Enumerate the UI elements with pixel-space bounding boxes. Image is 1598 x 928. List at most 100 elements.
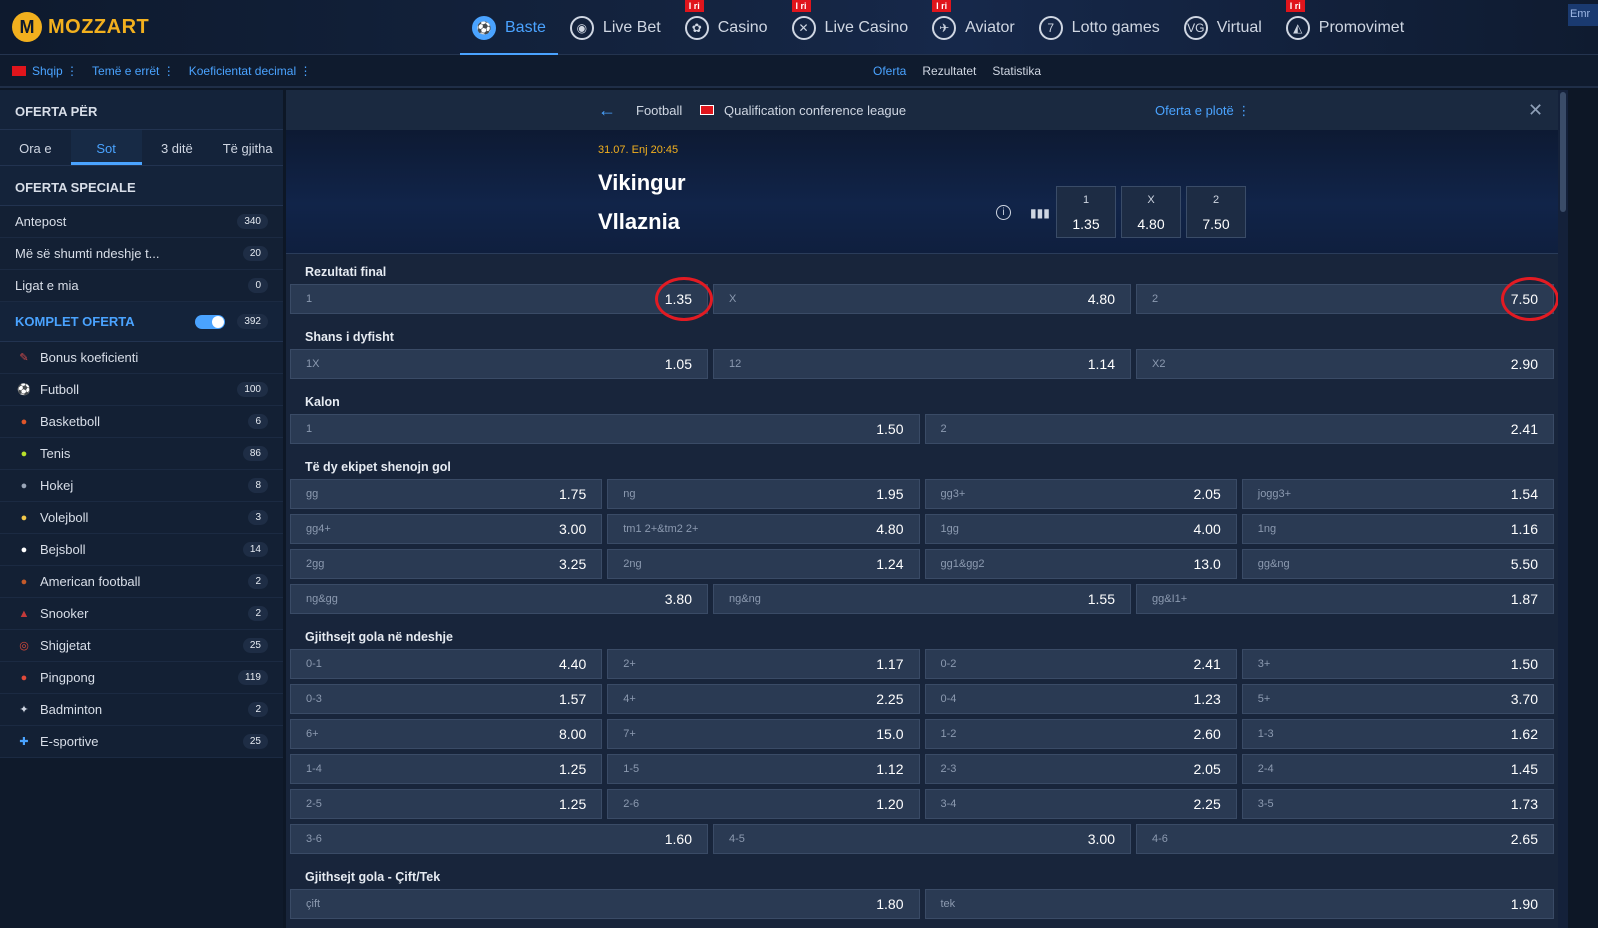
odd-button[interactable]: 1X 1.05 — [290, 349, 708, 379]
time-tab-hour[interactable]: Ora e — [0, 130, 71, 165]
odd-button[interactable]: 6+ 8.00 — [290, 719, 603, 749]
odd-button[interactable]: 1gg 4.00 — [924, 514, 1237, 544]
full-offer-toggle[interactable] — [195, 314, 226, 329]
crumb-league[interactable]: Qualification conference league — [724, 103, 906, 118]
odd-button[interactable]: 12 1.14 — [713, 349, 1131, 379]
tab-oferta[interactable]: Oferta — [873, 64, 906, 78]
special-item-count: 340 — [237, 214, 268, 229]
odd-button[interactable]: 1ng 1.16 — [1241, 514, 1554, 544]
full-offer-link[interactable]: Oferta e plotë ⋮ — [1155, 103, 1250, 119]
odd-button[interactable]: gg 1.75 — [290, 479, 603, 509]
odd-button[interactable]: 2-3 2.05 — [924, 754, 1237, 784]
special-item[interactable]: Antepost 340 — [0, 206, 283, 238]
odd-button[interactable]: 2-5 1.25 — [290, 789, 603, 819]
back-arrow-icon[interactable]: ← — [598, 100, 616, 121]
nav-item-virtual[interactable]: VG Virtual — [1172, 0, 1274, 55]
time-tab-all[interactable]: Të gjitha — [212, 130, 283, 165]
odd-button[interactable]: tm1 2+&tm2 2+ 4.80 — [607, 514, 920, 544]
special-item[interactable]: Më së shumti ndeshje t... 20 — [0, 238, 283, 270]
theme-selector[interactable]: Temë e errët ⋮ — [92, 64, 175, 78]
odd-button[interactable]: 4+ 2.25 — [607, 684, 920, 714]
nav-item-casino[interactable]: I ri ✿ Casino — [673, 0, 780, 55]
odd-button[interactable]: 0-3 1.57 — [290, 684, 603, 714]
close-icon[interactable]: ✕ — [1528, 100, 1543, 121]
odd-button[interactable]: jogg3+ 1.54 — [1241, 479, 1554, 509]
odd-button[interactable]: gg4+ 3.00 — [290, 514, 603, 544]
odd-button[interactable]: 1-5 1.12 — [607, 754, 920, 784]
odd-button[interactable]: 1-2 2.60 — [924, 719, 1237, 749]
odd-button[interactable]: 4-5 3.00 — [713, 824, 1131, 854]
odd-button[interactable]: X2 2.90 — [1136, 349, 1554, 379]
sidebar-item-e-sportive[interactable]: ✚ E-sportive 25 — [0, 726, 283, 758]
sidebar-item-pingpong[interactable]: ● Pingpong 119 — [0, 662, 283, 694]
odd-button[interactable]: gg&ng 5.50 — [1241, 549, 1554, 579]
nav-item-promovimet[interactable]: I ri ◭ Promovimet — [1274, 0, 1416, 55]
odd-button[interactable]: ng 1.95 — [607, 479, 920, 509]
odd-button[interactable]: 3+ 1.50 — [1241, 649, 1554, 679]
odd-button[interactable]: gg3+ 2.05 — [924, 479, 1237, 509]
sidebar-item-badminton[interactable]: ✦ Badminton 2 — [0, 694, 283, 726]
odd-button[interactable]: 2ng 1.24 — [607, 549, 920, 579]
sidebar-item-hokej[interactable]: ● Hokej 8 — [0, 470, 283, 502]
odd-button[interactable]: 2-6 1.20 — [607, 789, 920, 819]
main-odd-2[interactable]: 2 7.50 — [1186, 186, 1246, 238]
corner-button[interactable]: Emr — [1568, 4, 1598, 26]
sidebar-item-tenis[interactable]: ● Tenis 86 — [0, 438, 283, 470]
info-icon[interactable]: i — [996, 205, 1011, 220]
stats-icon[interactable]: ▮▮▮ — [1030, 206, 1050, 220]
odd-button[interactable]: 3-5 1.73 — [1241, 789, 1554, 819]
tab-statistika[interactable]: Statistika — [992, 64, 1041, 78]
odd-button[interactable]: 1-4 1.25 — [290, 754, 603, 784]
sidebar-item-futboll[interactable]: ⚽ Futboll 100 — [0, 374, 283, 406]
sidebar-item-volejboll[interactable]: ● Volejboll 3 — [0, 502, 283, 534]
odd-button[interactable]: 0-4 1.23 — [924, 684, 1237, 714]
sidebar-item-basketboll[interactable]: ● Basketboll 6 — [0, 406, 283, 438]
odd-button[interactable]: 2-4 1.45 — [1241, 754, 1554, 784]
nav-item-live-bet[interactable]: ◉ Live Bet — [558, 0, 673, 55]
odd-button[interactable]: 1-3 1.62 — [1241, 719, 1554, 749]
odd-button[interactable]: 2 2.41 — [924, 414, 1554, 444]
odd-button[interactable]: çift 1.80 — [290, 889, 920, 919]
nav-item-aviator[interactable]: I ri ✈ Aviator — [920, 0, 1027, 55]
odd-button[interactable]: 0-1 4.40 — [290, 649, 603, 679]
main-odd-x[interactable]: X 4.80 — [1121, 186, 1181, 238]
time-tab-3days[interactable]: 3 ditë — [142, 130, 213, 165]
odd-button[interactable]: 3-4 2.25 — [924, 789, 1237, 819]
odd-button[interactable]: 2gg 3.25 — [290, 549, 603, 579]
sidebar-item-bonus-koeficienti[interactable]: ✎ Bonus koeficienti — [0, 342, 283, 374]
odd-button[interactable]: 1 1.35 — [290, 277, 713, 321]
odd-button[interactable]: ng&ng 1.55 — [713, 584, 1131, 614]
special-item[interactable]: Ligat e mia 0 — [0, 270, 283, 302]
sidebar-item-shigjetat[interactable]: ◎ Shigjetat 25 — [0, 630, 283, 662]
odds-format-selector[interactable]: Koeficientat decimal ⋮ — [189, 64, 312, 78]
odd-value: 1.25 — [559, 796, 587, 812]
main-odd-1[interactable]: 1 1.35 — [1056, 186, 1116, 238]
scroll-thumb[interactable] — [1560, 92, 1566, 212]
sidebar-item-american-football[interactable]: ● American football 2 — [0, 566, 283, 598]
odd-button[interactable]: 2 7.50 — [1136, 277, 1559, 321]
odd-button[interactable]: gg&I1+ 1.87 — [1136, 584, 1554, 614]
odd-button[interactable]: X 4.80 — [713, 284, 1131, 314]
time-tab-today[interactable]: Sot — [70, 130, 142, 165]
odd-button[interactable]: 3-6 1.60 — [290, 824, 708, 854]
tab-rezultatet[interactable]: Rezultatet — [922, 64, 976, 78]
nav-item-baste[interactable]: ⚽ Baste — [460, 0, 558, 55]
crumb-sport[interactable]: Football — [636, 103, 682, 118]
sidebar-item-bejsboll[interactable]: ● Bejsboll 14 — [0, 534, 283, 566]
nav-item-lotto-games[interactable]: 7 Lotto games — [1027, 0, 1172, 55]
odd-button[interactable]: 1 1.50 — [290, 414, 920, 444]
nav-item-live-casino[interactable]: I ri ✕ Live Casino — [780, 0, 921, 55]
language-selector[interactable]: Shqip ⋮ — [12, 64, 78, 78]
odd-button[interactable]: ng&gg 3.80 — [290, 584, 708, 614]
odd-button[interactable]: 5+ 3.70 — [1241, 684, 1554, 714]
odd-button[interactable]: tek 1.90 — [924, 889, 1554, 919]
scrollbar[interactable] — [1558, 90, 1568, 928]
odd-button[interactable]: 0-2 2.41 — [924, 649, 1237, 679]
sidebar-item-snooker[interactable]: ▲ Snooker 2 — [0, 598, 283, 630]
odd-value: 2.41 — [1510, 421, 1538, 437]
odd-button[interactable]: 7+ 15.0 — [607, 719, 920, 749]
odd-button[interactable]: 4-6 2.65 — [1136, 824, 1554, 854]
odd-button[interactable]: gg1&gg2 13.0 — [924, 549, 1237, 579]
odd-button[interactable]: 2+ 1.17 — [607, 649, 920, 679]
brand-logo[interactable]: M MOZZART — [12, 12, 149, 42]
